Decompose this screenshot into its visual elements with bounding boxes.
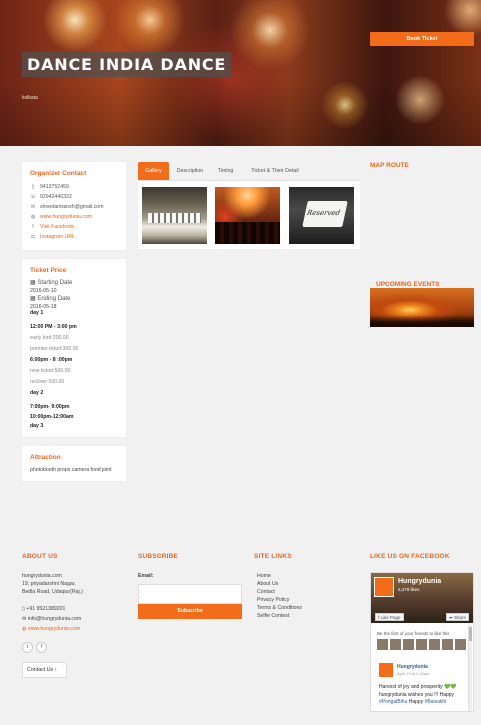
day-label: day 1: [30, 310, 44, 316]
facebook-like-count: 5,379 likes: [398, 587, 420, 592]
facebook-post-author[interactable]: Hungrydunia: [397, 664, 428, 670]
about-website-link[interactable]: ◍ www.hungrydunia.com: [22, 626, 80, 632]
facebook-page-name[interactable]: Hungrydunia: [398, 578, 441, 585]
footer-link-contact[interactable]: Contact: [257, 589, 275, 595]
organizer-email: shreetantransh@gmail.com: [40, 204, 104, 210]
about-us-title: ABOUT US: [22, 553, 58, 560]
event-tabs: Gallery Description Timing Ticket & Thei…: [138, 162, 360, 181]
about-address-line2: Bedla Road, Udaipur(Raj.): [22, 589, 83, 595]
tab-gallery[interactable]: Gallery: [138, 162, 169, 180]
contact-us-button[interactable]: Contact Us ›: [22, 662, 67, 678]
chevron-right-icon: ›: [54, 667, 57, 673]
time-slot: 6:00pm - 8 :00pm: [30, 357, 73, 363]
phone-2: 02942440322: [40, 194, 72, 200]
facebook-friend-avatars: [377, 639, 466, 650]
footer-link-about[interactable]: About Us: [257, 581, 278, 587]
facebook-icon[interactable]: f: [36, 642, 47, 653]
instagram-link[interactable]: Instagram URL: [40, 234, 75, 240]
about-address-line1: 19, priyadarshni Nagar,: [22, 581, 76, 587]
attraction-text: photobooth props camera food joint: [30, 467, 112, 473]
footer-link-terms[interactable]: Terms & Conditions: [257, 605, 302, 611]
ticket-price-item: new ticket:500.00: [30, 368, 71, 374]
phone-icon: ☏: [30, 194, 37, 200]
time-slot: 12:00 PM - 3:00 pm: [30, 324, 77, 330]
attraction-title: Attraction: [30, 454, 61, 461]
event-title: DANCE INDIA DANCE: [22, 52, 232, 77]
attraction-card: Attraction photobooth props camera food …: [22, 446, 126, 481]
map-route-title: MAP ROUTE: [370, 162, 409, 169]
gallery-image-concert[interactable]: [215, 187, 280, 244]
phone-row: ☏ 02942440322: [30, 194, 72, 200]
about-email: ✉ info@hungrydunia.com: [22, 616, 82, 622]
phone-row: ▯ 9413752459: [30, 184, 69, 190]
facebook-row[interactable]: f Visit Facebook: [30, 224, 74, 230]
globe-icon: ◍: [30, 214, 36, 220]
starting-date-label: ▦ Starting Date: [30, 280, 73, 286]
facebook-friends-text: Be the first of your friends to like thi…: [377, 631, 450, 636]
mobile-icon: ▯: [31, 184, 35, 190]
tab-ticket-details[interactable]: Ticket & Their Detail: [242, 162, 308, 180]
hashtag-link[interactable]: #Baisakhi: [425, 699, 447, 705]
day-label: day 2: [30, 390, 44, 396]
event-location: kolkata: [22, 95, 38, 101]
upcoming-event-image[interactable]: [370, 288, 474, 327]
ticket-price-item: premier ticket:300.00: [30, 346, 79, 352]
ticket-price-item: early bird:200.00: [30, 335, 69, 341]
ticket-price-item: recliner:500.00: [30, 379, 65, 385]
facebook-post-text: Harvest of joy and prosperity 💚💚 hungryd…: [379, 684, 457, 705]
about-site-name: hungrydunia.com: [22, 573, 62, 579]
facebook-post-date: April 13 at 2:40am: [397, 671, 430, 676]
footer-link-privacy[interactable]: Privacy Policy: [257, 597, 289, 603]
ticket-price-card: Ticket Price ▦ Starting Date 2016-05-10 …: [22, 259, 126, 437]
site-links-title: SITE LINKS: [254, 553, 292, 560]
facebook-widget: Hungrydunia 5,379 likes f Like Page ➦ Sh…: [370, 572, 474, 712]
facebook-page-logo[interactable]: [374, 577, 394, 597]
time-slot: 7:00pm- 9:00pm: [30, 404, 70, 410]
book-ticket-button[interactable]: Book Ticket: [370, 32, 474, 46]
organizer-website-link[interactable]: www.hungrydunia.com: [40, 214, 92, 220]
organizer-contact-title: Organizer Contact: [30, 170, 87, 177]
instagram-icon: ◘: [31, 234, 35, 240]
gallery-image-conference[interactable]: [142, 187, 207, 244]
phone-1: 9413752459: [40, 184, 69, 190]
hashtag-link[interactable]: #PongalBihu: [379, 699, 407, 705]
facebook-like-button[interactable]: f Like Page: [375, 613, 404, 621]
facebook-post-avatar[interactable]: [379, 663, 393, 677]
footer-link-home[interactable]: Home: [257, 573, 271, 579]
envelope-icon: ✉: [30, 204, 36, 210]
website-row[interactable]: ◍ www.hungrydunia.com: [30, 214, 92, 220]
gallery-image-reserved[interactable]: [289, 187, 354, 244]
facebook-scrollbar[interactable]: [468, 625, 472, 711]
organizer-contact-card: Organizer Contact ▯ 9413752459 ☏ 029424403…: [22, 162, 126, 250]
facebook-share-button[interactable]: ➦ Share: [445, 613, 469, 621]
tab-timing[interactable]: Timing: [212, 162, 239, 180]
day-label: day 3: [30, 423, 44, 429]
twitter-icon[interactable]: t: [22, 642, 33, 653]
visit-facebook-link[interactable]: Visit Facebook: [40, 224, 74, 230]
starting-date: 2016-05-10: [30, 288, 57, 294]
subscribe-button[interactable]: Subscribe: [138, 604, 242, 619]
ending-date-label: ▦ Ending Date: [30, 296, 71, 302]
subscribe-title: SUBSCRIBE: [138, 553, 179, 560]
footer-link-selfie[interactable]: Selfie Contest: [257, 613, 289, 619]
tab-description[interactable]: Description: [171, 162, 209, 180]
gallery-panel: [138, 181, 360, 249]
upcoming-events-title: UPCOMING EVENTS: [376, 281, 440, 288]
time-slot: 10:00pm-12:00am: [30, 414, 74, 420]
email-row: ✉ shreetantransh@gmail.com: [30, 204, 104, 210]
subscribe-email-input[interactable]: [138, 584, 242, 604]
instagram-row[interactable]: ◘ Instagram URL: [30, 234, 75, 240]
facebook-icon: f: [32, 224, 34, 230]
email-label: Email:: [138, 573, 154, 579]
about-phone: ▯ +91 9521389201: [22, 606, 66, 612]
facebook-widget-title: LIKE US ON FACEBOOK: [370, 553, 450, 560]
ticket-price-title: Ticket Price: [30, 267, 67, 274]
